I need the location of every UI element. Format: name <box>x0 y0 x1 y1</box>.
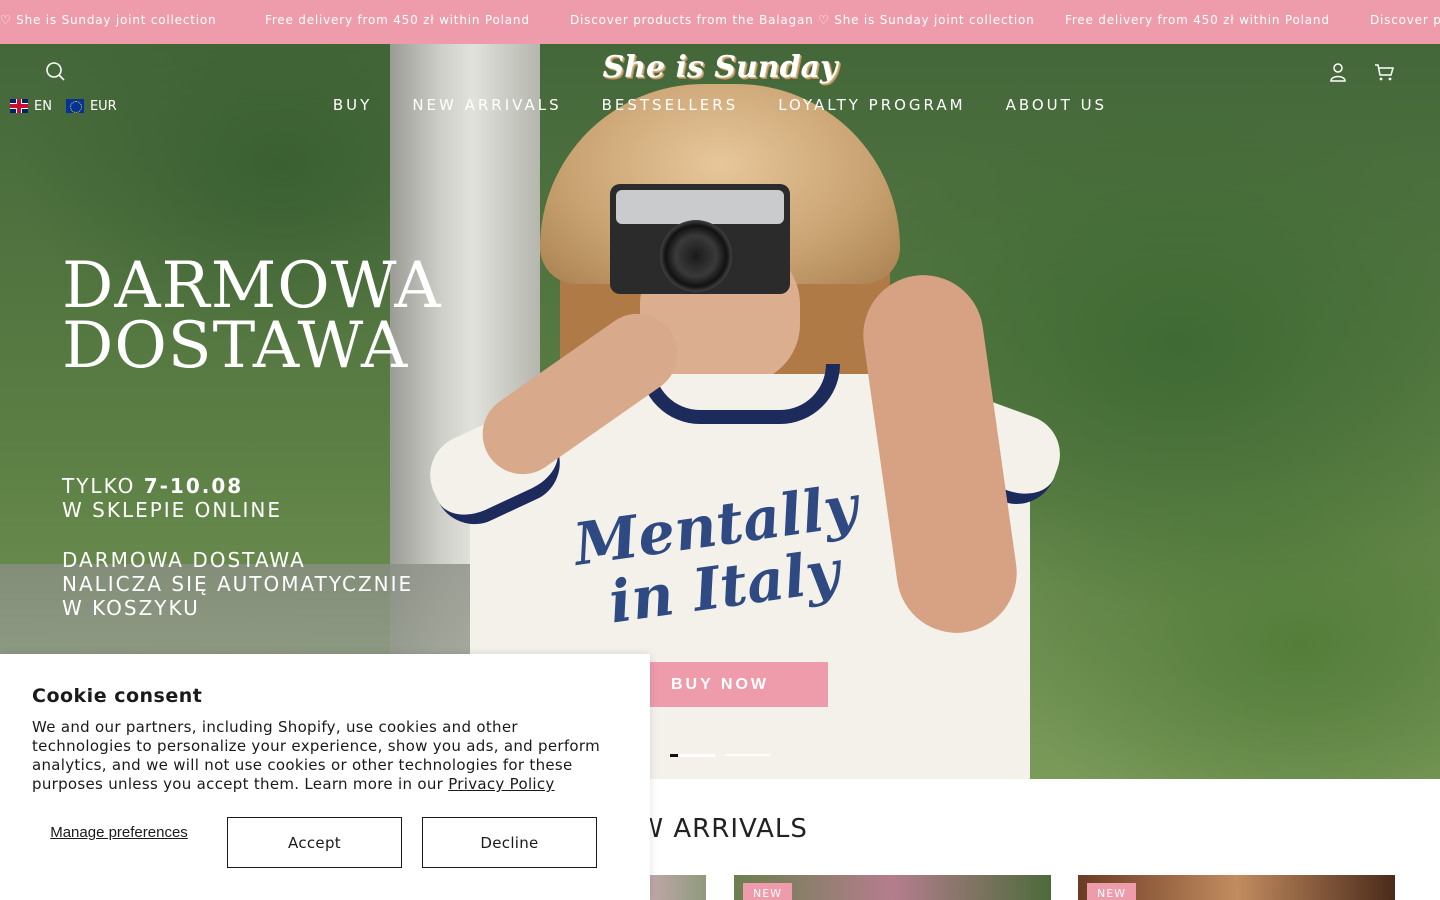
site-logo[interactable]: She is Sunday <box>560 50 880 85</box>
nav-item-new-arrivals[interactable]: NEW ARRIVALS <box>412 96 561 114</box>
announcement-bar: ♡ She is Sunday joint collection Free de… <box>0 0 1440 44</box>
nav-item-buy[interactable]: BUY <box>333 96 372 114</box>
announcement-item[interactable]: Free delivery from 450 zł within Poland <box>265 13 530 27</box>
cookie-text: We and our partners, including Shopify, … <box>32 718 622 794</box>
account-icon[interactable] <box>1327 61 1349 83</box>
main-nav: BUY NEW ARRIVALS BESTSELLERS LOYALTY PRO… <box>0 96 1440 114</box>
hero-promo-info: DARMOWA DOSTAWA NALICZA SIĘ AUTOMATYCZNI… <box>62 548 413 620</box>
search-icon[interactable] <box>44 60 66 82</box>
cart-icon[interactable] <box>1373 61 1395 83</box>
nav-item-bestsellers[interactable]: BESTSELLERS <box>602 96 739 114</box>
hero-headline-line: DARMOWA <box>62 249 442 323</box>
cookie-title: Cookie consent <box>32 685 203 707</box>
new-badge: NEW <box>743 883 793 900</box>
announcement-item[interactable]: Free delivery from 450 zł within Poland <box>1065 13 1330 27</box>
slider-dot-1[interactable] <box>670 754 715 757</box>
product-card[interactable]: NEW <box>734 875 1051 900</box>
announcement-item[interactable]: Discover pr <box>1370 13 1440 27</box>
accept-button[interactable]: Accept <box>227 817 402 868</box>
hero-photo-camera <box>610 184 790 294</box>
manage-preferences-button[interactable]: Manage preferences <box>32 824 206 842</box>
promo-line: NALICZA SIĘ AUTOMATYCZNIE <box>62 572 414 596</box>
product-card[interactable]: NEW <box>1078 875 1395 900</box>
announcement-item[interactable]: Discover products from the Balagan ♡ She… <box>570 13 1035 27</box>
promo-line: DARMOWA DOSTAWA <box>62 548 306 572</box>
promo-dates: 7-10.08 <box>143 474 244 498</box>
slider-dots <box>670 754 770 757</box>
new-badge: NEW <box>1087 883 1137 900</box>
privacy-policy-link[interactable]: Privacy Policy <box>448 775 554 793</box>
promo-line: W KOSZYKU <box>62 596 200 620</box>
promo-prefix: TYLKO <box>62 474 144 498</box>
hero-headline: DARMOWA DOSTAWA <box>62 249 442 383</box>
slider-dot-2[interactable] <box>725 754 770 756</box>
cookie-consent-banner: Cookie consent We and our partners, incl… <box>0 654 650 900</box>
nav-item-about-us[interactable]: ABOUT US <box>1006 96 1108 114</box>
nav-item-loyalty-program[interactable]: LOYALTY PROGRAM <box>778 96 965 114</box>
promo-line: W SKLEPIE ONLINE <box>62 498 283 522</box>
hero-headline-line: DOSTAWA <box>62 309 409 383</box>
decline-button[interactable]: Decline <box>422 817 597 868</box>
hero-promo-dates: TYLKO 7-10.08 W SKLEPIE ONLINE <box>62 474 282 522</box>
announcement-item[interactable]: ♡ She is Sunday joint collection <box>0 13 216 27</box>
